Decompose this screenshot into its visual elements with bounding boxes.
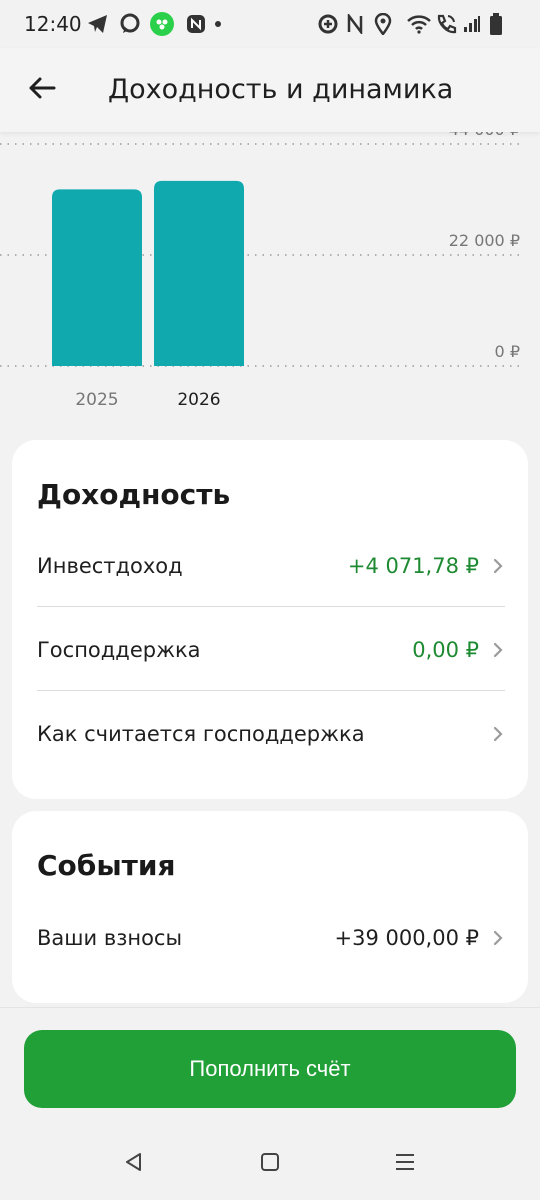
row-value: +4 071,78 ₽ [347, 554, 479, 578]
y-tick-label: 22 000 ₽ [448, 231, 520, 250]
back-triangle-icon [123, 1151, 145, 1177]
divider [37, 606, 505, 607]
arrow-left-icon [28, 76, 56, 104]
status-time: 12:40 [24, 12, 82, 36]
row-value: 0,00 ₽ [412, 638, 479, 662]
battery-icon [488, 12, 504, 36]
green-app-icon [150, 12, 174, 36]
divider [37, 690, 505, 691]
chart-area: 44 000 ₽22 000 ₽0 ₽20252026 [0, 120, 540, 432]
x-tick-label[interactable]: 2025 [52, 390, 142, 410]
bar-chart [0, 143, 520, 367]
chevron-right-icon [493, 557, 505, 575]
dot-icon [212, 12, 224, 36]
nfc-icon [344, 12, 366, 36]
back-button[interactable] [20, 68, 64, 112]
chevron-right-icon [493, 641, 505, 659]
events-title: События [37, 849, 176, 882]
chevron-right-icon [493, 929, 505, 947]
chevron-right-icon [493, 725, 505, 743]
row-label: Ваши взносы [37, 926, 183, 950]
profitability-title: Доходность [37, 478, 231, 511]
telegram-icon [86, 12, 110, 36]
wifi-icon [406, 12, 432, 36]
home-square-icon [260, 1152, 280, 1176]
nav-recents-button[interactable] [385, 1146, 425, 1182]
status-bar: 12:40 [0, 0, 540, 48]
nav-home-button[interactable] [250, 1146, 290, 1182]
row-label: Господдержка [37, 638, 201, 662]
bar-2026[interactable] [154, 180, 244, 366]
recents-menu-icon [394, 1152, 416, 1176]
location-icon [372, 12, 394, 36]
row-label: Инвестдоход [37, 554, 183, 578]
signal-icon [462, 12, 482, 36]
page-title: Доходность и динамика [108, 74, 454, 105]
investment-income-row[interactable]: Инвестдоход +4 071,78 ₽ [37, 524, 505, 608]
chat-bubble-icon [118, 12, 142, 36]
app-header: Доходность и динамика [0, 48, 540, 132]
volte-call-icon [434, 12, 458, 36]
profitability-card: Доходность Инвестдоход +4 071,78 ₽ Госпо… [12, 440, 528, 799]
top-up-account-button[interactable]: Пополнить счёт [24, 1030, 516, 1108]
system-nav-bar [0, 1128, 540, 1200]
bottom-action-panel: Пополнить счёт [0, 1007, 540, 1128]
data-saver-icon [316, 12, 340, 36]
y-tick-label: 0 ₽ [494, 342, 520, 361]
row-label: Как считается господдержка [37, 722, 365, 746]
contributions-row[interactable]: Ваши взносы +39 000,00 ₽ [37, 896, 505, 980]
nfc-badge-icon [184, 12, 208, 36]
nav-back-button[interactable] [114, 1146, 154, 1182]
bar-2025[interactable] [52, 189, 142, 366]
row-value: +39 000,00 ₽ [334, 926, 479, 950]
state-support-row[interactable]: Господдержка 0,00 ₽ [37, 608, 505, 692]
x-tick-label[interactable]: 2026 [154, 390, 244, 410]
state-support-info-row[interactable]: Как считается господдержка [37, 692, 505, 776]
events-card: События Ваши взносы +39 000,00 ₽ [12, 811, 528, 1003]
